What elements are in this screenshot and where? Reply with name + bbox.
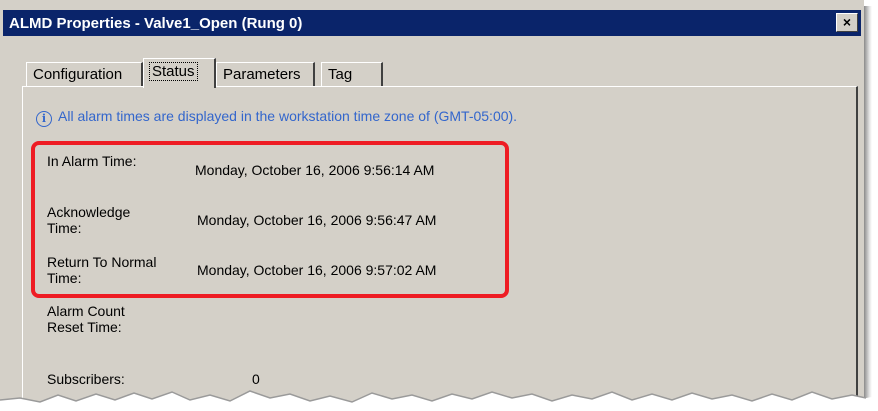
torn-edge [0,390,878,411]
